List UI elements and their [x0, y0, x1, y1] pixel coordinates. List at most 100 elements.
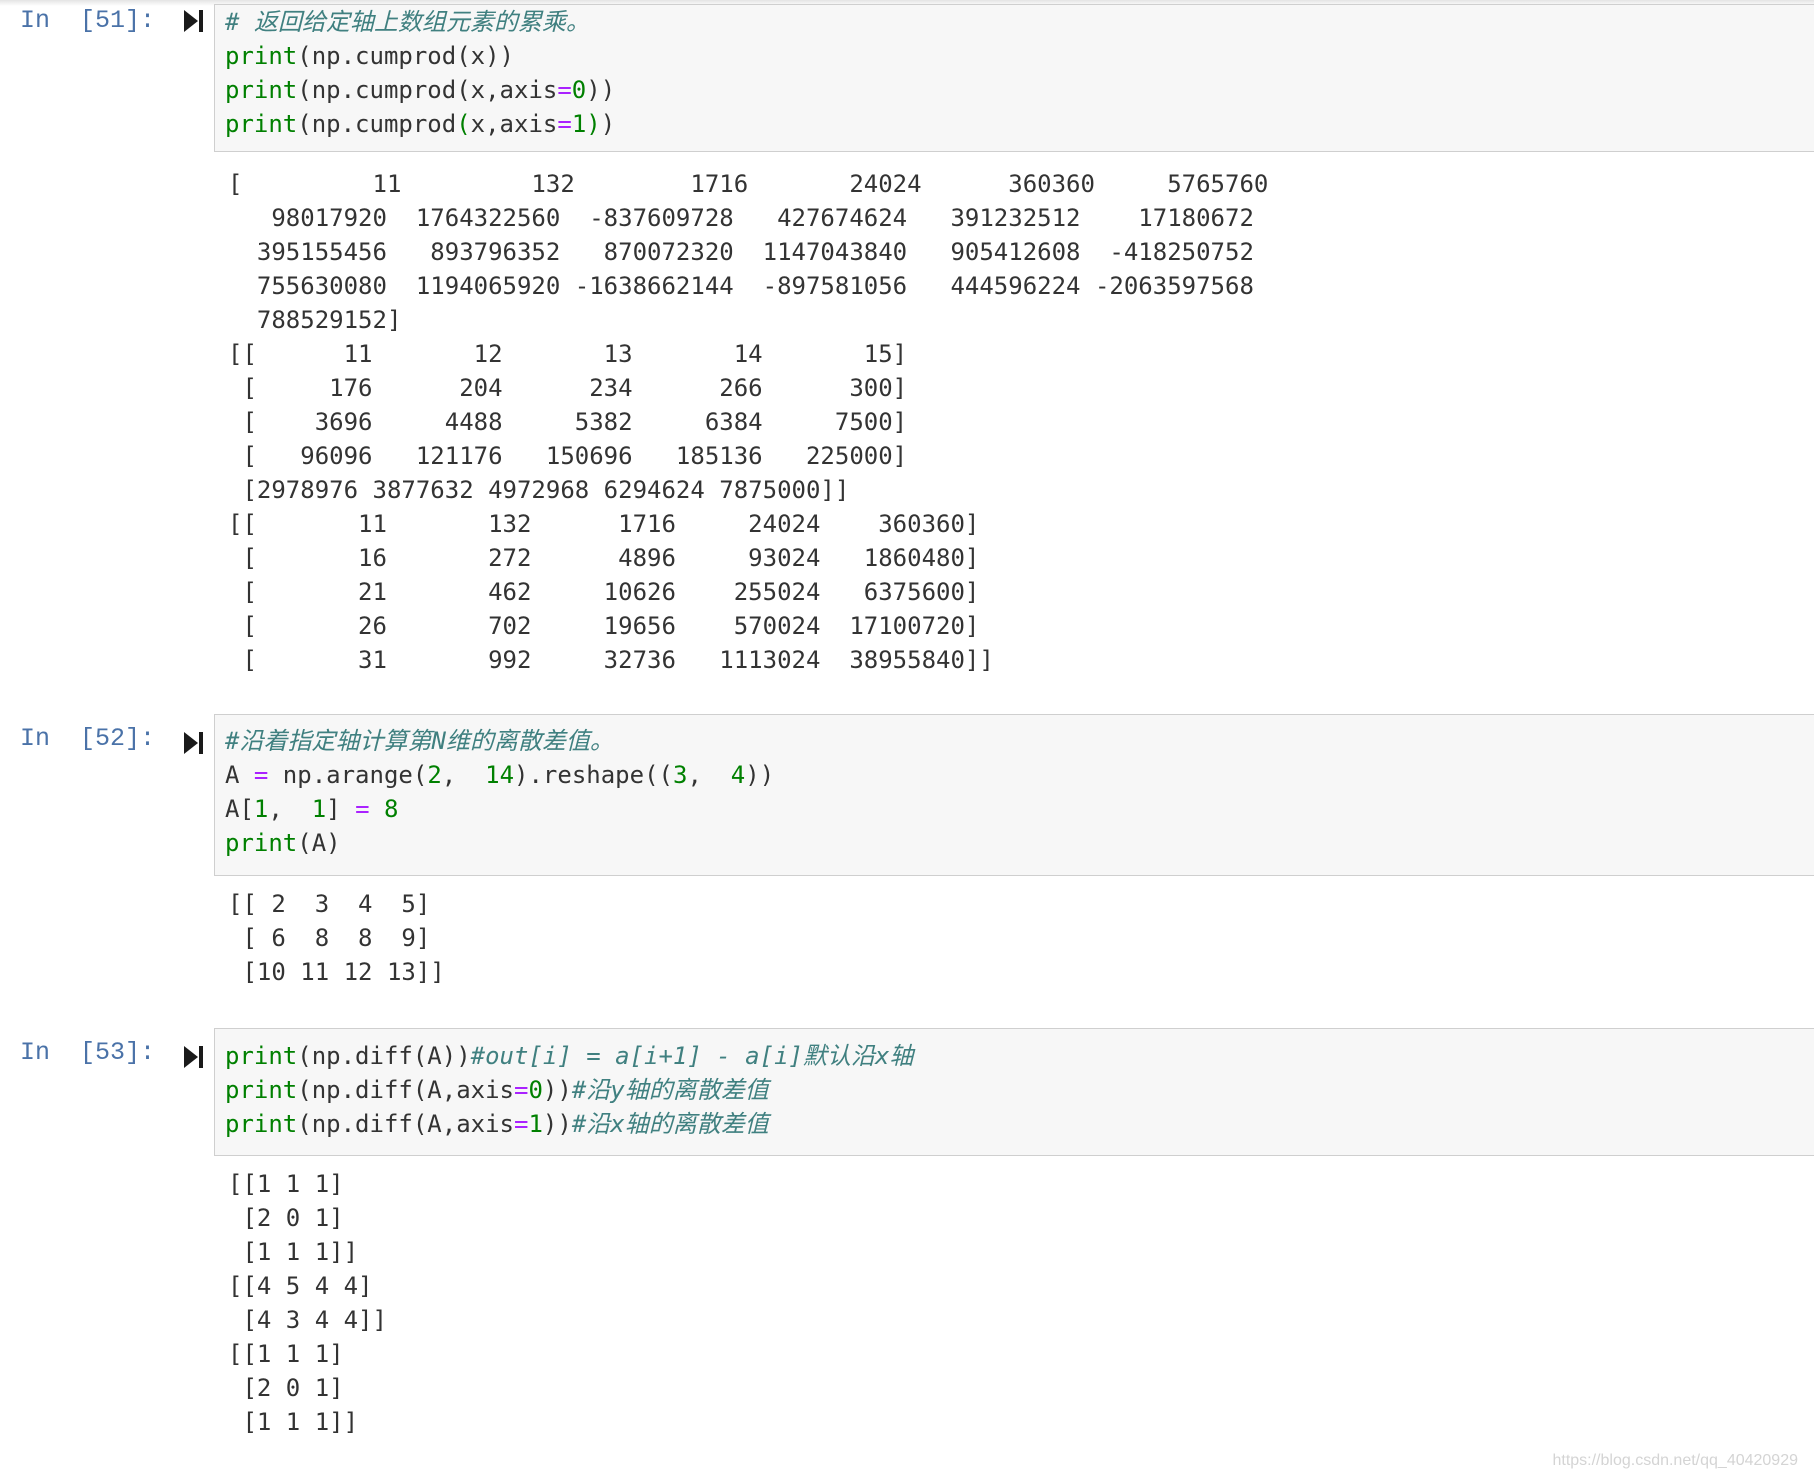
- code-token: )): [745, 761, 775, 789]
- output-line: [ 6 8 8 9]: [228, 924, 431, 952]
- output-line: [ 11 132 1716 24024 360360 5765760: [228, 170, 1269, 198]
- code-token: (np.diff(A,axis: [297, 1110, 514, 1138]
- code-token: print: [225, 1076, 298, 1104]
- code-token: print: [225, 1042, 298, 1070]
- code-line: print(np.diff(A,axis=0))#沿y轴的离散差值: [225, 1073, 769, 1107]
- code-line: print(np.cumprod(x,axis=0)): [225, 73, 615, 107]
- code-input-area[interactable]: print(np.diff(A))#out[i] = a[i+1] - a[i]…: [214, 1028, 1814, 1156]
- code-line: print(np.cumprod(x)): [225, 39, 514, 73]
- code-line: A = np.arange(2, 14).reshape((3, 4)): [225, 758, 774, 792]
- output-line: [1 1 1]]: [228, 1238, 359, 1266]
- code-token: (np.cumprod(x)): [297, 42, 514, 70]
- code-token: (np.diff(A)): [297, 1042, 471, 1070]
- code-token: #沿x轴的离散差值: [571, 1110, 769, 1138]
- code-line: print(np.cumprod(x,axis=1)): [225, 107, 615, 141]
- code-token: #沿y轴的离散差值: [571, 1076, 769, 1104]
- output-line: 395155456 893796352 870072320 1147043840…: [228, 238, 1254, 266]
- input-prompt: In [52]:: [20, 724, 156, 753]
- code-token: (A): [297, 829, 341, 857]
- output-line: [10 11 12 13]]: [228, 958, 445, 986]
- run-cell-icon[interactable]: [184, 8, 204, 34]
- code-token: =: [557, 76, 572, 104]
- code-token: # 返回给定轴上数组元素的累乘。: [225, 8, 590, 36]
- code-token: 0: [571, 76, 587, 104]
- code-token: =: [253, 761, 269, 789]
- code-token: ,: [687, 761, 731, 789]
- code-token: =: [557, 110, 572, 138]
- output-line: [ 3696 4488 5382 6384 7500]: [228, 408, 908, 436]
- code-token: A[: [225, 795, 254, 823]
- watermark-url: https://blog.csdn.net/qq_40420929: [1552, 1452, 1798, 1469]
- run-cell-icon[interactable]: [184, 730, 204, 756]
- input-prompt: In [51]:: [20, 6, 156, 35]
- code-token: A: [225, 761, 254, 789]
- code-token: print: [225, 110, 298, 138]
- code-token: ): [586, 110, 601, 138]
- code-token: 14: [485, 761, 515, 789]
- output-line: [ 21 462 10626 255024 6375600]: [228, 578, 980, 606]
- code-token: #out[i] = a[i+1] - a[i]默认沿x轴: [470, 1042, 914, 1070]
- code-token: ,: [268, 795, 312, 823]
- output-line: [1 1 1]]: [228, 1408, 359, 1436]
- output-line: [[ 2 3 4 5]: [228, 890, 431, 918]
- code-token: ): [600, 110, 616, 138]
- output-line: [2 0 1]: [228, 1374, 344, 1402]
- output-line: [2 0 1]: [228, 1204, 344, 1232]
- code-token: 0: [528, 1076, 543, 1104]
- input-prompt: In [53]:: [20, 1038, 156, 1067]
- code-token: x,axis: [470, 110, 558, 138]
- cell-output: [[ 2 3 4 5] [ 6 8 8 9] [10 11 12 13]]: [228, 887, 445, 989]
- output-line: [4 3 4 4]]: [228, 1306, 387, 1334]
- output-line: [ 176 204 234 266 300]: [228, 374, 908, 402]
- code-token: 4: [730, 761, 746, 789]
- notebook-cell-51[interactable]: In [51]: # 返回给定轴上数组元素的累乘。 print(np.cumpr…: [0, 0, 1814, 690]
- output-line: [[4 5 4 4]: [228, 1272, 373, 1300]
- code-token: 2: [427, 761, 442, 789]
- output-line: [[ 11 132 1716 24024 360360]: [228, 510, 980, 538]
- code-token: (np.cumprod: [297, 110, 457, 138]
- code-token: )): [586, 76, 616, 104]
- code-token: 1: [253, 795, 269, 823]
- output-line: [[1 1 1]: [228, 1340, 344, 1368]
- code-line: A[1, 1] = 8: [225, 792, 398, 826]
- run-cell-icon[interactable]: [184, 1044, 204, 1070]
- code-token: print: [225, 1110, 298, 1138]
- notebook-cell-53[interactable]: In [53]: print(np.diff(A))#out[i] = a[i+…: [0, 1028, 1814, 1448]
- output-line: [[ 11 12 13 14 15]: [228, 340, 908, 368]
- code-token: 1: [311, 795, 327, 823]
- code-input-area[interactable]: # 返回给定轴上数组元素的累乘。 print(np.cumprod(x)) pr…: [214, 4, 1814, 152]
- code-token: 8: [383, 795, 399, 823]
- output-line: [2978976 3877632 4972968 6294624 7875000…: [228, 476, 850, 504]
- output-line: [ 96096 121176 150696 185136 225000]: [228, 442, 908, 470]
- output-line: [ 26 702 19656 570024 17100720]: [228, 612, 980, 640]
- code-token: 1: [571, 110, 587, 138]
- code-token: (: [456, 110, 471, 138]
- code-token: #沿着指定轴计算第N维的离散差值。: [225, 727, 614, 755]
- code-input-area[interactable]: #沿着指定轴计算第N维的离散差值。 A = np.arange(2, 14).r…: [214, 714, 1814, 876]
- code-token: =: [514, 1076, 529, 1104]
- code-token: ]: [326, 795, 356, 823]
- code-token: )): [542, 1110, 572, 1138]
- code-token: 1: [528, 1110, 543, 1138]
- cell-output: [ 11 132 1716 24024 360360 5765760 98017…: [228, 167, 1268, 677]
- code-token: print: [225, 829, 298, 857]
- output-line: 98017920 1764322560 -837609728 427674624…: [228, 204, 1254, 232]
- output-line: 755630080 1194065920 -1638662144 -897581…: [228, 272, 1254, 300]
- code-token: (np.diff(A,axis: [297, 1076, 514, 1104]
- output-line: [[1 1 1]: [228, 1170, 344, 1198]
- code-line: # 返回给定轴上数组元素的累乘。: [225, 5, 590, 39]
- output-line: [ 31 992 32736 1113024 38955840]]: [228, 646, 994, 674]
- code-token: ,: [441, 761, 486, 789]
- cell-output: [[1 1 1] [2 0 1] [1 1 1]] [[4 5 4 4] [4 3…: [228, 1167, 387, 1439]
- code-token: =: [514, 1110, 529, 1138]
- code-token: ).reshape((: [514, 761, 673, 789]
- code-token: print: [225, 76, 298, 104]
- code-line: print(np.diff(A,axis=1))#沿x轴的离散差值: [225, 1107, 769, 1141]
- code-token: np.arange(: [268, 761, 428, 789]
- code-token: print: [225, 42, 298, 70]
- notebook-cell-52[interactable]: In [52]: #沿着指定轴计算第N维的离散差值。 A = np.arange…: [0, 714, 1814, 1004]
- output-line: 788529152]: [228, 306, 402, 334]
- code-token: )): [542, 1076, 572, 1104]
- code-token: (np.cumprod(x,axis: [297, 76, 558, 104]
